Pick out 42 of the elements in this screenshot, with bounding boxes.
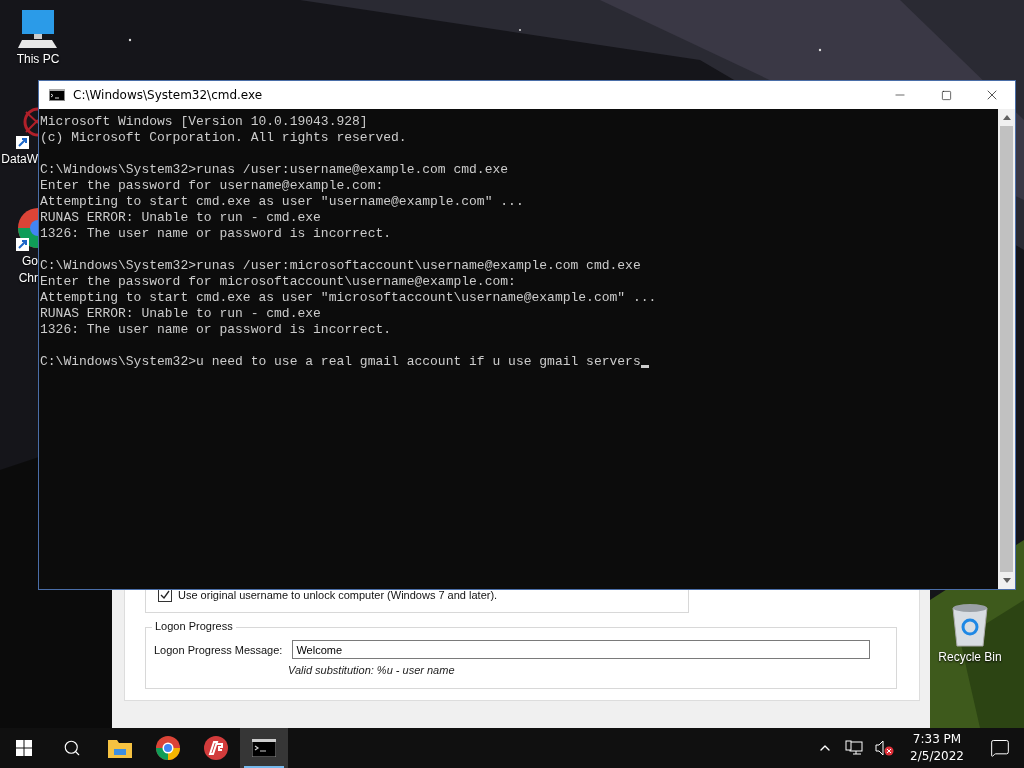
search-icon bbox=[63, 739, 81, 757]
computer-icon bbox=[16, 8, 60, 50]
windows-icon bbox=[16, 740, 32, 756]
folder-icon bbox=[108, 738, 132, 758]
hint-text: Valid substitution: %u - user name bbox=[288, 664, 455, 676]
field-label: Logon Progress Message: bbox=[154, 643, 283, 656]
icon-label[interactable]: Recycle Bin bbox=[938, 650, 1002, 665]
console-line: C:\Windows\System32>runas /user:username@example.com cmd.exe bbox=[40, 162, 509, 178]
console-icon bbox=[252, 739, 276, 757]
checkbox-label: Use original username to unlock computer (Windows 7 and later). bbox=[178, 589, 498, 601]
console-line: 1326: The user name or password is incorrect. bbox=[40, 322, 392, 338]
console-line: Enter the password for username@example.com: bbox=[40, 178, 384, 194]
console-line: Enter the password for microsoftaccount\username@example.com: bbox=[40, 274, 516, 290]
clock[interactable]: 7:33 PM 2/5/2022 bbox=[904, 731, 970, 765]
console-line: C:\Windows\System32>u need to use a real gmail account if u use gmail servers bbox=[40, 354, 641, 370]
maximize-icon bbox=[940, 89, 952, 101]
console-line: Attempting to start cmd.exe as user "microsoftaccount\username@example.com" ... bbox=[40, 290, 657, 306]
notification-icon bbox=[990, 738, 1010, 758]
chrome-icon bbox=[156, 736, 180, 760]
console-line: RUNAS ERROR: Unable to run - cmd.exe bbox=[40, 306, 321, 322]
console-line: 1326: The user name or password is incorrect. bbox=[40, 226, 392, 242]
console-line: (c) Microsoft Corporation. All rights reserved. bbox=[40, 130, 407, 146]
console-line: Microsoft Windows [Version 10.0.19043.928] bbox=[40, 114, 368, 130]
window-title: C:\Windows\System32\cmd.exe bbox=[73, 88, 264, 102]
app-icon bbox=[204, 736, 228, 760]
icon-label[interactable]: Go bbox=[22, 254, 38, 269]
group-title: Logon Progress bbox=[152, 620, 236, 632]
scrollbar[interactable] bbox=[998, 109, 1015, 589]
chrome-icon bbox=[16, 206, 38, 252]
console-line: Attempting to start cmd.exe as user "username@example.com" ... bbox=[40, 194, 524, 210]
icon-label[interactable]: Chr bbox=[18, 271, 38, 286]
scroll-thumb[interactable] bbox=[1000, 126, 1013, 572]
message-field[interactable]: Welcome bbox=[292, 640, 871, 659]
taskbar-app[interactable] bbox=[240, 728, 288, 768]
console-line: RUNAS ERROR: Unable to run - cmd.exe bbox=[40, 210, 321, 226]
recycle-bin-icon bbox=[950, 602, 990, 648]
up-arrow-icon bbox=[1002, 115, 1011, 120]
icon-label[interactable]: DataW bbox=[1, 152, 38, 167]
down-arrow-icon bbox=[1002, 578, 1011, 583]
console-line: C:\Windows\System32>runas /user:microsoftaccount\username@example.com cmd.exe bbox=[40, 258, 641, 274]
console-icon bbox=[49, 89, 65, 101]
icon-label[interactable]: This PC bbox=[16, 52, 60, 67]
